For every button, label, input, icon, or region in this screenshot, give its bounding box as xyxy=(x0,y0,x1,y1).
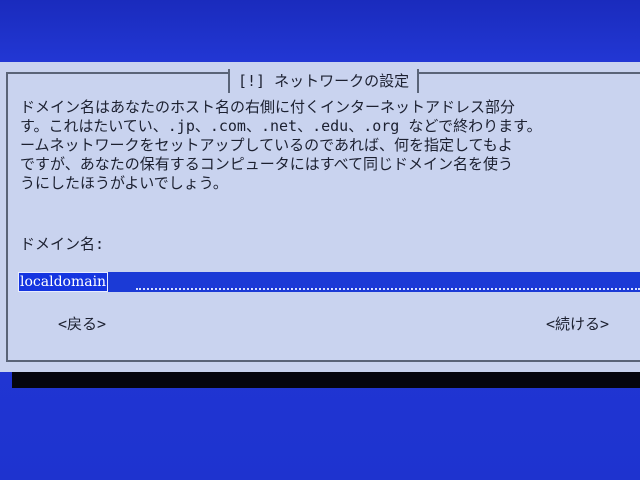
network-config-dialog: [!] ネットワークの設定 ドメイン名はあなたのホスト名の右側に付くインターネッ… xyxy=(0,62,640,372)
domain-name-input[interactable]: localdomain xyxy=(18,272,640,292)
dialog-shadow xyxy=(12,372,640,388)
domain-name-label: ドメイン名: xyxy=(20,235,105,253)
description-line: ですが、あなたの保有するコンピュータにはすべて同じドメイン名を使う xyxy=(20,155,514,173)
back-button[interactable]: <戻る> xyxy=(58,314,106,334)
continue-button[interactable]: <続ける> xyxy=(546,314,609,334)
dialog-title: [!] ネットワークの設定 xyxy=(228,69,420,93)
dialog-description: ドメイン名はあなたのホスト名の右側に付くインターネットアドレス部分 す。これはた… xyxy=(20,98,640,193)
domain-name-value[interactable]: localdomain xyxy=(18,272,109,292)
screen-background xyxy=(0,0,640,62)
input-underline xyxy=(136,288,640,290)
description-line: す。これはたいてい、.jp、.com、.net、.edu、.org などで終わり… xyxy=(20,117,542,135)
description-line: ームネットワークをセットアップしているのであれば、何を指定してもよ xyxy=(20,136,513,154)
description-line: ドメイン名はあなたのホスト名の右側に付くインターネットアドレス部分 xyxy=(20,98,516,116)
description-line: うにしたほうがよいでしょう。 xyxy=(20,174,228,192)
